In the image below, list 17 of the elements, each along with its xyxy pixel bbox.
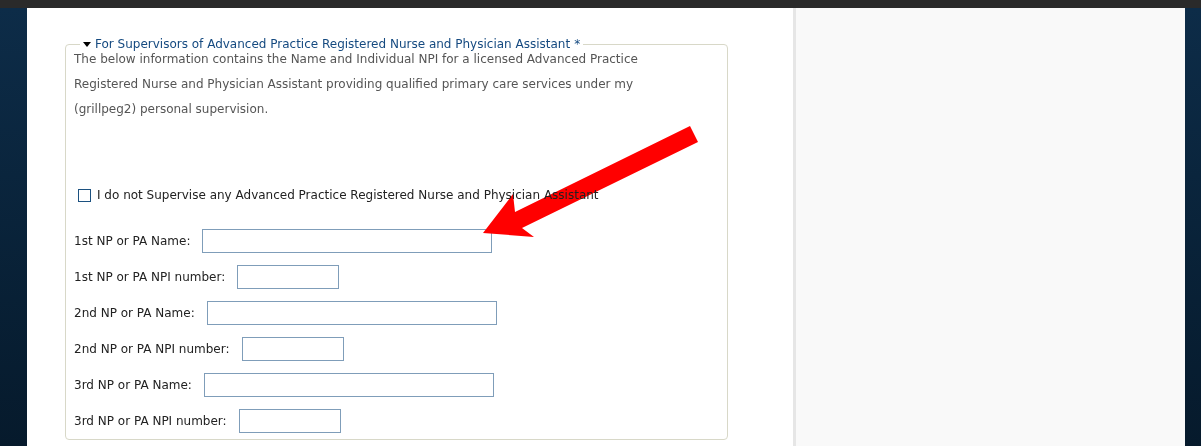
text-input[interactable] <box>206 301 497 325</box>
field-label: 1st NP or PA NPI number: <box>74 269 226 286</box>
field-label: 3rd NP or PA NPI number: <box>74 413 227 430</box>
text-input[interactable] <box>237 265 340 289</box>
text-input[interactable] <box>238 409 341 433</box>
field-label: 1st NP or PA Name: <box>74 233 191 250</box>
opt-out-checkbox[interactable] <box>78 188 91 202</box>
text-input[interactable] <box>202 229 493 253</box>
field-label: 2nd NP or PA NPI number: <box>74 341 230 358</box>
required-mark: * <box>574 36 581 53</box>
field-label: 3rd NP or PA Name: <box>74 377 192 394</box>
field-label: 2nd NP or PA Name: <box>74 305 195 322</box>
section-legend[interactable]: For Supervisors of Advanced Practice Registered Nurse and Physician Assistant <box>95 35 571 53</box>
collapse-triangle-icon[interactable] <box>83 41 91 47</box>
text-input[interactable] <box>241 337 344 361</box>
description-text: The below information contains the Name and Individual NPI for a licensed Advanced Practice Registered Nurse and Physician Assistant providing qualified primary care services under my (grillpeg2) personal supervision. <box>74 51 639 118</box>
text-input[interactable] <box>203 373 494 397</box>
